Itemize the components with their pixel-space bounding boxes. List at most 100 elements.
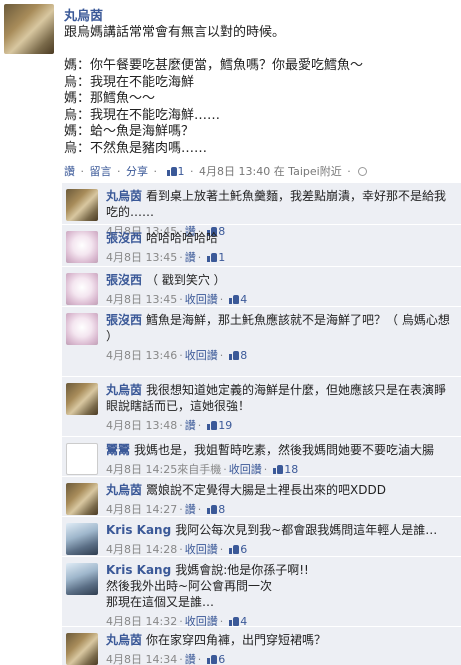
comment-text: 丸烏茵 我很想知道她定義的海鮮是什麼，但她應該只是在表演睜眼說瞎話而已，這她很強！: [106, 382, 456, 414]
thumbs-up-icon: [207, 252, 218, 262]
comment-text: 丸烏茵 你在家穿四角褲，出門穿短裙嗎？: [106, 632, 456, 648]
comment-text: Kris Kang 我阿公每次見到我~都會跟我媽問這年輕人是誰…: [106, 522, 456, 538]
comment-body: 鱈魚是海鮮，那土魠魚應該就不是海鮮了吧？（ 烏媽心想 ）: [106, 313, 450, 343]
comment-timestamp[interactable]: 4月8日 13:48: [106, 419, 177, 432]
like-link[interactable]: 讚: [185, 419, 196, 432]
post-timestamp[interactable]: 4月8日 13:40 在 Taipei附近: [199, 165, 342, 178]
thumbs-up-icon: [207, 504, 218, 514]
comment-link[interactable]: 留言: [90, 165, 112, 178]
comment-author[interactable]: 張沒西: [106, 273, 142, 287]
avatar[interactable]: [66, 563, 98, 595]
thumbs-up-icon: [229, 350, 240, 360]
comment-timestamp[interactable]: 4月8日 14:25: [106, 463, 177, 476]
separator: ·: [179, 503, 183, 516]
unlike-link[interactable]: 收回讚: [185, 293, 218, 306]
post-actions: 讚 · 留言 · 分享 · 1 · 4月8日 13:40 在 Taipei附近 …: [64, 163, 368, 179]
thumbs-up-icon: [229, 294, 240, 304]
comment-list: 丸烏茵 看到桌上放著土魠魚羹麵，我差點崩潰，幸好那不是給我吃的…… 4月8日 13:…: [62, 182, 461, 665]
comment-author[interactable]: Kris Kang: [106, 523, 171, 537]
like-count[interactable]: 4: [240, 293, 247, 306]
comment-author[interactable]: 張沒西: [106, 231, 142, 245]
comment-via: 來自手機: [177, 463, 222, 476]
comment-meta: 4月8日 14:28 · 收回讚 · 6: [106, 541, 247, 557]
comment-author[interactable]: 丸烏茵: [106, 383, 142, 397]
avatar[interactable]: [66, 189, 98, 221]
comment-body: 鬻娘說不定覺得大腸是土裡長出來的吧XDDD: [146, 483, 386, 497]
separator: ·: [197, 251, 202, 264]
like-count[interactable]: 6: [240, 543, 247, 556]
thumbs-up-icon: [207, 654, 218, 664]
like-count[interactable]: 8: [218, 503, 225, 516]
comment: Kris Kang 我媽會說:他是你孫子啊!! 然後我外出時~阿公會再問一次 那現在這…: [62, 556, 461, 628]
comment: 丸烏茵 你在家穿四角褲，出門穿短裙嗎？ 4月8日 14:34 · 讚 · 6: [62, 626, 461, 665]
avatar[interactable]: [66, 383, 98, 415]
comment-meta: 4月8日 13:48 · 讚 · 19: [106, 417, 232, 433]
comment-author[interactable]: 丸烏茵: [106, 483, 142, 497]
comment-timestamp[interactable]: 4月8日 14:28: [106, 543, 177, 556]
comment-body-line: 那現在這個又是誰…: [106, 595, 215, 609]
comment-body: 哈哈哈哈哈哈: [146, 231, 219, 245]
unlike-link[interactable]: 收回讚: [185, 349, 218, 362]
comment-meta: 4月8日 14:27 · 讚 · 8: [106, 501, 225, 517]
separator: ·: [179, 419, 183, 432]
avatar[interactable]: [66, 231, 98, 263]
comment: Kris Kang 我阿公每次見到我~都會跟我媽問這年輕人是誰… 4月8日 14:2…: [62, 516, 461, 556]
comment-timestamp[interactable]: 4月8日 13:45: [106, 293, 177, 306]
avatar[interactable]: [66, 443, 98, 475]
thumbs-up-icon: [166, 166, 177, 176]
thumbs-up-icon: [273, 464, 284, 474]
comment-timestamp[interactable]: 4月8日 14:34: [106, 653, 177, 665]
unlike-link[interactable]: 收回讚: [185, 543, 218, 556]
like-link[interactable]: 讚: [185, 503, 196, 516]
comment-body: 我很想知道她定義的海鮮是什麼，但她應該只是在表演睜眼說瞎話而已，這她很強！: [106, 383, 447, 413]
comment: 張沒西 哈哈哈哈哈哈 4月8日 13:45 · 讚 · 1: [62, 224, 461, 266]
post-line: 烏：我現在不能吃海鮮……: [64, 107, 221, 123]
avatar[interactable]: [66, 313, 98, 345]
separator: ·: [197, 503, 202, 516]
unlike-link[interactable]: 收回讚: [229, 463, 262, 476]
comment-author[interactable]: 鬻鬻: [106, 443, 130, 457]
avatar[interactable]: [66, 273, 98, 305]
like-count[interactable]: 1: [218, 251, 225, 264]
comment-text: 張沒西 鱈魚是海鮮，那土魠魚應該就不是海鮮了吧？（ 烏媽心想 ）: [106, 312, 456, 344]
comment: 張沒西（ 戳到笑穴 ） 4月8日 13:45 · 收回讚 · 4: [62, 266, 461, 306]
comment-author[interactable]: 丸烏茵: [106, 633, 142, 647]
post-author[interactable]: 丸烏茵: [64, 5, 103, 24]
separator: ·: [179, 349, 183, 362]
separator: ·: [347, 165, 351, 178]
separator: ·: [197, 419, 202, 432]
like-link[interactable]: 讚: [64, 165, 75, 178]
comment-timestamp[interactable]: 4月8日 13:46: [106, 349, 177, 362]
separator: ·: [219, 543, 224, 556]
comment-author[interactable]: 丸烏茵: [106, 189, 142, 203]
comment: 鬻鬻 我媽也是，我姐暫時吃素，然後我媽問她要不要吃滷大腸 4月8日 14:25來自手…: [62, 436, 461, 476]
comment-text: 丸烏茵 看到桌上放著土魠魚羹麵，我差點崩潰，幸好那不是給我吃的……: [106, 188, 456, 220]
comment: 丸烏茵 鬻娘說不定覺得大腸是土裡長出來的吧XDDD 4月8日 14:27 · 讚 · 8: [62, 476, 461, 516]
like-link[interactable]: 讚: [185, 251, 196, 264]
like-count[interactable]: 6: [218, 653, 225, 665]
like-count[interactable]: 18: [284, 463, 298, 476]
share-link[interactable]: 分享: [126, 165, 148, 178]
comment-author[interactable]: Kris Kang: [106, 563, 171, 577]
avatar[interactable]: [66, 483, 98, 515]
post-line: 媽：你午餐要吃甚麼便當，鱈魚嗎？你最愛吃鱈魚～: [64, 58, 364, 73]
like-link[interactable]: 讚: [185, 653, 196, 665]
post-line: [64, 42, 454, 59]
like-count[interactable]: 8: [240, 349, 247, 362]
separator: ·: [80, 165, 85, 178]
comment-author[interactable]: 張沒西: [106, 313, 142, 327]
comment-body: 我阿公每次見到我~都會跟我媽問這年輕人是誰…: [175, 523, 438, 537]
comment: 張沒西 鱈魚是海鮮，那土魠魚應該就不是海鮮了吧？（ 烏媽心想 ） 4月8日 13:4…: [62, 306, 461, 376]
avatar[interactable]: [66, 523, 98, 555]
separator: ·: [263, 463, 268, 476]
separator: ·: [219, 349, 224, 362]
like-count[interactable]: 1: [178, 165, 185, 178]
comment-timestamp[interactable]: 4月8日 13:45: [106, 251, 177, 264]
comment-text: 張沒西 （ 戳到笑穴 ）: [106, 272, 456, 288]
comment-body: 我媽會說:他是你孫子啊!!: [175, 563, 309, 577]
separator: ·: [219, 293, 224, 306]
avatar[interactable]: [4, 4, 54, 54]
avatar[interactable]: [66, 633, 98, 665]
comment-timestamp[interactable]: 4月8日 14:27: [106, 503, 177, 516]
like-count[interactable]: 19: [218, 419, 232, 432]
